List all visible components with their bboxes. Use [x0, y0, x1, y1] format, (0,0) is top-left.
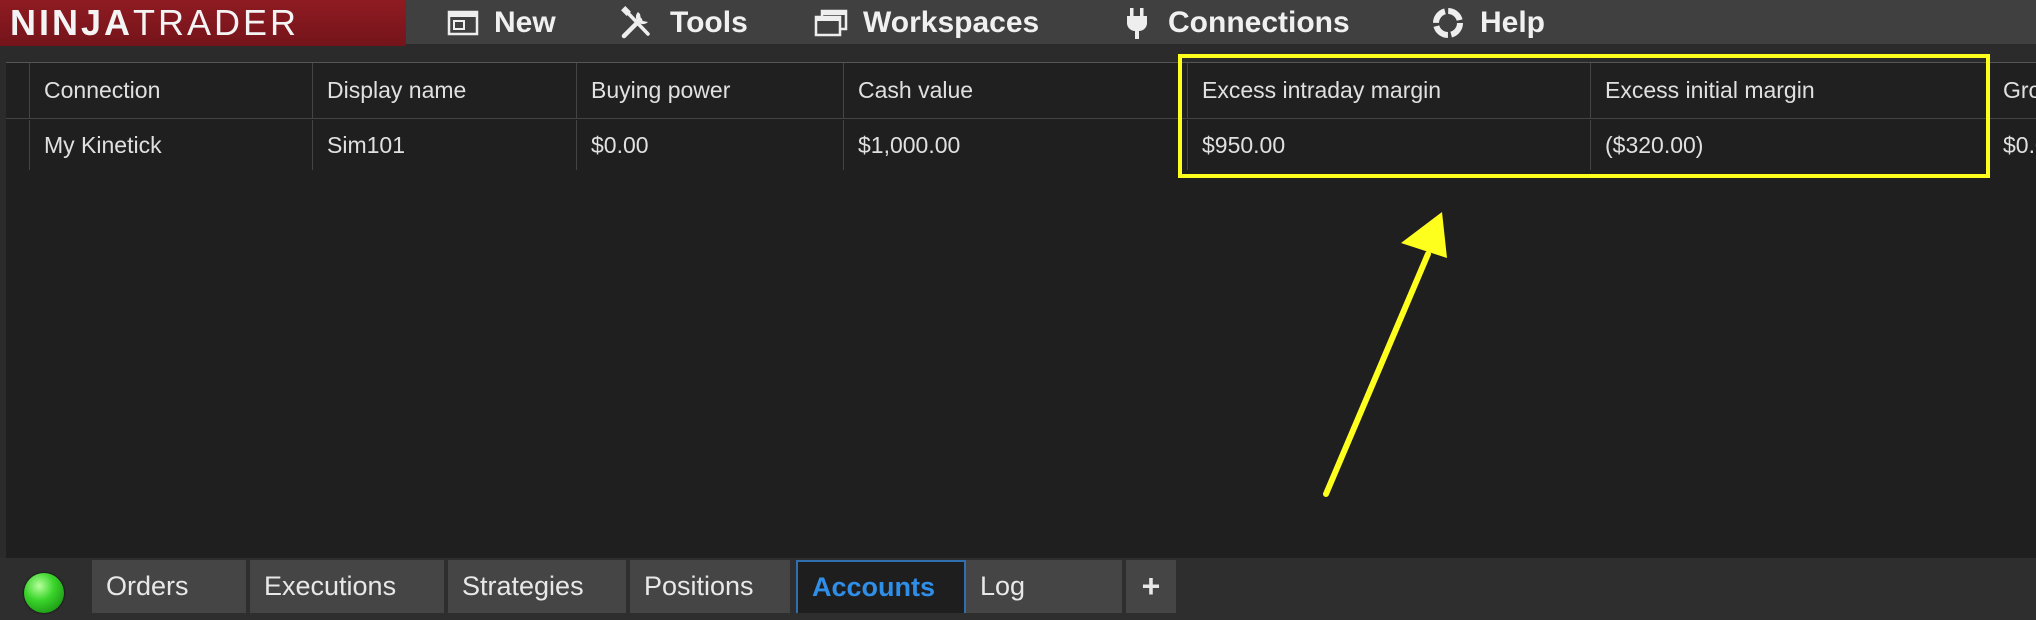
tab-executions[interactable]: Executions	[250, 560, 444, 613]
column-header-excess-intraday-margin[interactable]: Excess intraday margin	[1188, 63, 1591, 118]
cell-gross: $0.0	[2003, 131, 2036, 158]
tab-positions[interactable]: Positions	[630, 560, 790, 613]
column-header-cash-value[interactable]: Cash value	[844, 63, 1188, 118]
workspaces-icon	[814, 9, 848, 37]
cell-display-name: Sim101	[313, 120, 577, 170]
menu-tools-label: Tools	[670, 6, 748, 39]
column-header-excess-initial-margin[interactable]: Excess initial margin	[1591, 63, 1989, 118]
cell-excess-initial-margin: ($320.00)	[1591, 120, 1989, 170]
column-header-connection[interactable]: Connection	[30, 63, 313, 118]
new-window-icon	[447, 10, 479, 36]
ninjatrader-logo: NINJATRADER	[0, 0, 406, 46]
logo-text-ninja: NINJA	[10, 2, 134, 43]
menu-connections[interactable]: Connections	[1120, 0, 1350, 46]
row-selector[interactable]	[6, 120, 30, 170]
cell-cash-value: $1,000.00	[844, 120, 1188, 170]
menu-workspaces[interactable]: Workspaces	[813, 0, 1039, 46]
menu-help-label: Help	[1480, 6, 1546, 39]
top-menu-bar: NINJATRADER New Tools Workspaces Connect…	[0, 0, 2036, 46]
tab-log[interactable]: Log	[966, 560, 1122, 613]
tab-strategies[interactable]: Strategies	[448, 560, 626, 613]
cell-connection: My Kinetick	[30, 120, 313, 170]
column-header-display-name[interactable]: Display name	[313, 63, 577, 118]
tools-icon	[621, 6, 650, 39]
tab-orders[interactable]: Orders	[92, 560, 246, 613]
column-header-gross[interactable]: Gro	[1989, 63, 2036, 118]
menu-new[interactable]: New	[446, 0, 556, 46]
cell-excess-intraday-margin: $950.00	[1188, 120, 1591, 170]
cell-buying-power: $0.00	[577, 120, 844, 170]
column-header-buying-power[interactable]: Buying power	[577, 63, 844, 118]
accounts-grid: Connection Display name Buying power Cas…	[6, 62, 2036, 558]
grid-header-row: Connection Display name Buying power Cas…	[6, 63, 2036, 119]
menu-new-label: New	[494, 6, 556, 39]
menu-help[interactable]: Help	[1430, 0, 1545, 46]
menu-tools[interactable]: Tools	[618, 0, 748, 46]
table-row[interactable]: My Kinetick Sim101 $0.00 $1,000.00 $950.…	[6, 120, 2036, 170]
header-row-selector	[6, 63, 30, 118]
help-ring-icon	[1433, 8, 1463, 38]
menu-connections-label: Connections	[1168, 6, 1350, 39]
add-tab-button[interactable]: +	[1126, 560, 1176, 613]
menu-workspaces-label: Workspaces	[863, 6, 1040, 39]
logo-text-trader: TRADER	[133, 2, 300, 43]
plug-icon	[1127, 8, 1147, 39]
connection-status-icon	[24, 573, 64, 613]
tab-accounts[interactable]: Accounts	[796, 560, 966, 613]
